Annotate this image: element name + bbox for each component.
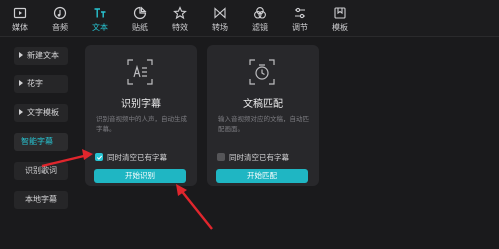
tab-audio-label: 音频 <box>52 23 68 32</box>
card-title: 识别字幕 <box>121 99 161 110</box>
checkbox-checked-icon <box>95 153 103 161</box>
annotation-arrow-button <box>176 184 213 230</box>
sidebar-item-new-text[interactable]: 新建文本 <box>14 47 68 65</box>
checkbox-label: 同时清空已有字幕 <box>107 152 167 162</box>
expand-arrow-icon <box>19 108 23 115</box>
top-toolbar: 媒体 音频 文本 贴纸 特效 转场 滤镜 调节 模板 <box>0 0 499 37</box>
clear-existing-subtitles-checkbox[interactable]: 同时清空已有字幕 <box>217 151 289 163</box>
subtitle-recognition-icon <box>127 59 153 85</box>
clear-existing-subtitles-checkbox[interactable]: 同时清空已有字幕 <box>95 151 167 163</box>
media-icon <box>12 5 28 21</box>
sidebar-item-label: 花字 <box>27 79 43 88</box>
recognize-subtitles-card: 识别字幕 识别音视频中的人声，自动生成字幕。 同时清空已有字幕 开始识别 <box>85 45 197 186</box>
start-matching-button[interactable]: 开始匹配 <box>216 169 308 183</box>
tab-transition-label: 转场 <box>212 23 228 32</box>
checkbox-label: 同时清空已有字幕 <box>229 152 289 162</box>
transition-icon <box>212 5 228 21</box>
tab-template[interactable]: 模板 <box>320 0 360 36</box>
text-icon <box>92 5 108 21</box>
tab-filter-label: 滤镜 <box>252 23 268 32</box>
template-icon <box>332 5 348 21</box>
sidebar: 新建文本 花字 文字模板 智能字幕 识别歌词 本地字幕 <box>0 37 78 249</box>
sidebar-item-smart-subtitles[interactable]: 智能字幕 <box>14 133 68 151</box>
effects-icon <box>172 5 188 21</box>
checkbox-unchecked-icon <box>217 153 225 161</box>
card-title: 文稿匹配 <box>243 99 283 110</box>
audio-icon <box>52 5 68 21</box>
card-description: 识别音视频中的人声，自动生成字幕。 <box>96 115 187 133</box>
script-matching-icon <box>249 59 275 85</box>
sticker-icon <box>132 5 148 21</box>
tab-template-label: 模板 <box>332 23 348 32</box>
tab-filter[interactable]: 滤镜 <box>240 0 280 36</box>
sidebar-item-label: 识别歌词 <box>25 166 57 175</box>
sidebar-item-recognize-lyrics[interactable]: 识别歌词 <box>14 162 68 180</box>
tab-text[interactable]: 文本 <box>80 0 120 36</box>
expand-arrow-icon <box>19 79 23 86</box>
tab-adjust-label: 调节 <box>292 23 308 32</box>
tab-adjust[interactable]: 调节 <box>280 0 320 36</box>
tab-media-label: 媒体 <box>12 23 28 32</box>
script-matching-card: 文稿匹配 输入音视频对应的文稿，自动匹配画面。 同时清空已有字幕 开始匹配 <box>207 45 319 186</box>
filter-icon <box>252 5 268 21</box>
start-recognition-button[interactable]: 开始识别 <box>94 169 186 183</box>
sidebar-item-local-subtitles[interactable]: 本地字幕 <box>14 191 68 209</box>
sidebar-item-fancy-text[interactable]: 花字 <box>14 75 68 93</box>
sidebar-item-label: 智能字幕 <box>21 137 53 146</box>
tab-media[interactable]: 媒体 <box>0 0 40 36</box>
tab-sticker[interactable]: 贴纸 <box>120 0 160 36</box>
adjust-icon <box>292 5 308 21</box>
tab-effects-label: 特效 <box>172 23 188 32</box>
tab-transition[interactable]: 转场 <box>200 0 240 36</box>
card-description: 输入音视频对应的文稿，自动匹配画面。 <box>218 115 309 133</box>
tab-text-label: 文本 <box>92 23 108 32</box>
tab-audio[interactable]: 音频 <box>40 0 80 36</box>
tab-sticker-label: 贴纸 <box>132 23 148 32</box>
sidebar-item-label: 文字模板 <box>27 108 59 117</box>
sidebar-item-label: 新建文本 <box>27 51 59 60</box>
expand-arrow-icon <box>19 51 23 58</box>
sidebar-item-label: 本地字幕 <box>25 195 57 204</box>
sidebar-item-text-template[interactable]: 文字模板 <box>14 104 68 122</box>
tab-effects[interactable]: 特效 <box>160 0 200 36</box>
